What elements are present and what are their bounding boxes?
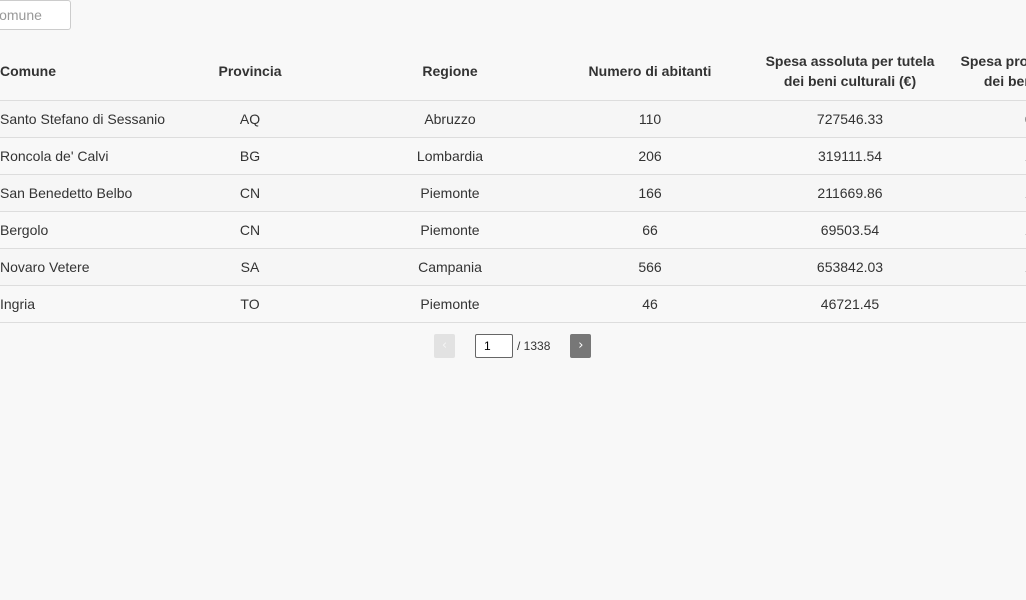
cell-comune: Ingria <box>0 285 150 323</box>
cell-spesa-assoluta: 69503.54 <box>750 211 950 249</box>
cell-comune: Santo Stefano di Sessanio <box>0 100 165 138</box>
header-regione[interactable]: Regione <box>350 42 550 101</box>
cell-spesa-assoluta: 46721.45 <box>750 285 950 323</box>
cell-provincia: CN <box>150 174 350 212</box>
comune-search-input[interactable] <box>0 0 71 30</box>
cell-comune: Roncola de' Calvi <box>0 137 150 175</box>
cell-provincia: AQ <box>150 100 350 138</box>
table-header-row: Comune Provincia Regione Numero di abita… <box>0 42 1026 101</box>
page-number-input[interactable] <box>475 334 513 358</box>
table-row: Roncola de' Calvi BG Lombardia 206 31911… <box>0 137 1026 175</box>
cell-provincia: SA <box>150 248 350 286</box>
cell-spesa-pro-capite: 6326.49 <box>950 100 1026 138</box>
cell-provincia: BG <box>150 137 350 175</box>
cell-regione: Piemonte <box>350 174 550 212</box>
cell-spesa-pro-capite: 1636.47 <box>950 137 1026 175</box>
next-page-button[interactable]: › <box>570 334 592 358</box>
cell-spesa-assoluta: 211669.86 <box>750 174 950 212</box>
cell-provincia: TO <box>150 285 350 323</box>
cell-comune: San Benedetto Belbo <box>0 174 150 212</box>
prev-page-button[interactable]: ‹ <box>434 334 455 358</box>
header-spesa-pro-capite[interactable]: Spesa pro capite per tutela dei beni cul… <box>950 42 1026 101</box>
cell-abitanti: 566 <box>550 248 750 286</box>
cell-spesa-assoluta: 653842.03 <box>750 248 950 286</box>
table-row: Ingria TO Piemonte 46 46721.45 1112.42 <box>0 285 1026 323</box>
cell-abitanti: 206 <box>550 137 750 175</box>
cell-abitanti: 110 <box>550 100 750 138</box>
cell-regione: Piemonte <box>350 211 550 249</box>
cell-spesa-pro-capite: 1263.70 <box>950 211 1026 249</box>
page: Comune Provincia Regione Numero di abita… <box>0 0 1026 600</box>
header-spesa-assoluta[interactable]: Spesa assoluta per tutela dei beni cultu… <box>750 42 950 101</box>
cell-comune: Novaro Vetere <box>0 248 150 286</box>
cell-abitanti: 46 <box>550 285 750 323</box>
cell-spesa-pro-capite: 1215.32 <box>950 248 1026 286</box>
cell-provincia: CN <box>150 211 350 249</box>
cell-spesa-assoluta: 727546.33 <box>750 100 950 138</box>
table-row: Bergolo CN Piemonte 66 69503.54 1263.70 <box>0 211 1026 249</box>
header-comune[interactable]: Comune <box>0 42 150 101</box>
cell-regione: Abruzzo <box>350 100 550 138</box>
cell-regione: Campania <box>350 248 550 286</box>
header-provincia[interactable]: Provincia <box>150 42 350 101</box>
cell-regione: Piemonte <box>350 285 550 323</box>
cell-regione: Lombardia <box>350 137 550 175</box>
cell-spesa-assoluta: 319111.54 <box>750 137 950 175</box>
table-row: Santo Stefano di Sessanio AQ Abruzzo 110… <box>0 100 1026 138</box>
pagination: ‹ / 1338 › <box>434 334 592 358</box>
data-table: Comune Provincia Regione Numero di abita… <box>0 42 1026 323</box>
cell-comune: Bergolo <box>0 211 150 249</box>
table-row: Novaro Vetere SA Campania 566 653842.03 … <box>0 248 1026 286</box>
cell-spesa-pro-capite: 1401.79 <box>950 174 1026 212</box>
cell-abitanti: 66 <box>550 211 750 249</box>
header-abitanti[interactable]: Numero di abitanti <box>550 42 750 101</box>
cell-spesa-pro-capite: 1112.42 <box>950 285 1026 323</box>
page-total: / 1338 <box>517 339 551 353</box>
table-row: San Benedetto Belbo CN Piemonte 166 2116… <box>0 174 1026 212</box>
cell-abitanti: 166 <box>550 174 750 212</box>
